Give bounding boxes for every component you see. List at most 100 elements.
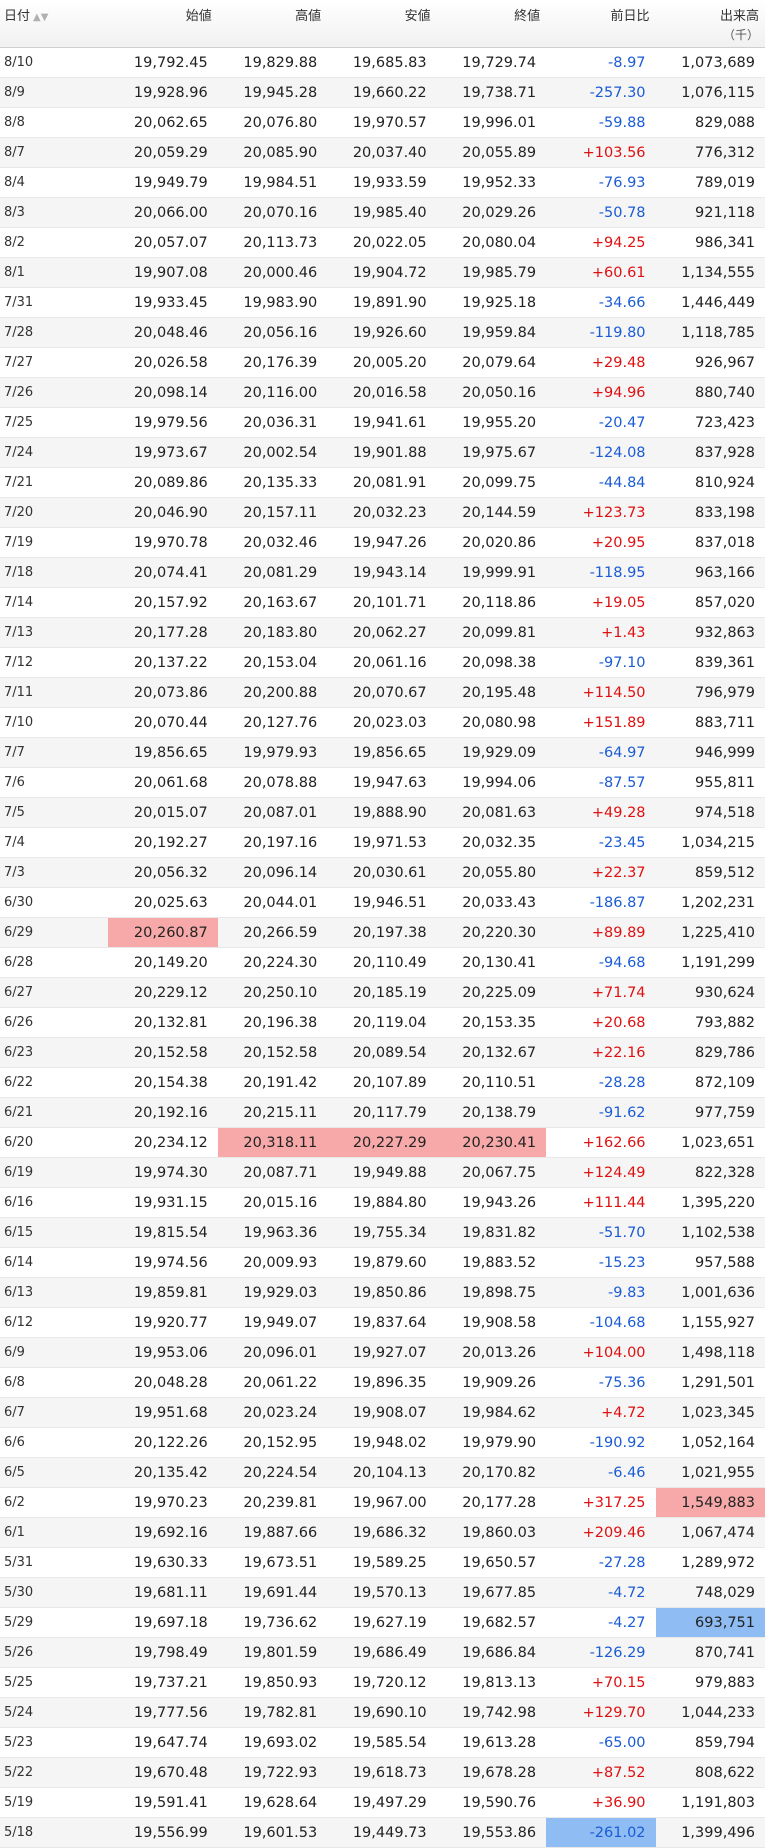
header-open[interactable]: 始値 — [108, 0, 218, 48]
cell-high: 20,200.88 — [217, 677, 328, 708]
cell-close: 20,170.82 — [436, 1457, 547, 1488]
cell-volume: 1,291,501 — [655, 1367, 765, 1398]
table-row: 7/3 20,056.32 20,096.14 20,030.61 20,055.80 +… — [0, 857, 765, 888]
cell-open: 19,974.56 — [108, 1247, 218, 1278]
table-row: 5/30 19,681.11 19,691.44 19,570.13 19,677.85… — [0, 1577, 765, 1608]
cell-close: 20,153.35 — [436, 1007, 547, 1038]
cell-volume: 857,020 — [655, 587, 765, 618]
cell-low: 19,985.40 — [327, 197, 437, 228]
cell-high: 19,691.44 — [217, 1577, 328, 1608]
cell-change: +317.25 — [546, 1487, 656, 1518]
table-row: 6/13 19,859.81 19,929.03 19,850.86 19,898.75… — [0, 1277, 765, 1308]
cell-volume: 974,518 — [655, 797, 765, 828]
cell-low: 20,032.23 — [327, 497, 437, 528]
cell-open: 20,154.38 — [108, 1067, 218, 1098]
cell-change: +89.89 — [546, 917, 656, 948]
header-date[interactable]: 日付 ▲▼ — [0, 0, 109, 48]
table-row: 7/7 19,856.65 19,979.93 19,856.65 19,929.09-… — [0, 737, 765, 768]
cell-volume: 921,118 — [655, 197, 765, 228]
cell-date: 5/18 — [0, 1817, 109, 1848]
cell-close: 19,955.20 — [436, 407, 547, 438]
cell-change: -118.95 — [546, 557, 656, 588]
cell-low: 19,879.60 — [327, 1247, 437, 1278]
cell-change: -27.28 — [546, 1547, 656, 1578]
cell-close: 19,678.28 — [436, 1757, 547, 1788]
cell-date: 6/13 — [0, 1277, 109, 1308]
cell-date: 7/13 — [0, 617, 109, 648]
table-row: 7/13 20,177.28 20,183.80 20,062.27 20,099.81… — [0, 617, 765, 648]
cell-date: 6/8 — [0, 1367, 109, 1398]
cell-open: 20,229.12 — [108, 977, 218, 1008]
cell-open: 19,792.45 — [108, 47, 218, 78]
table-row: 6/16 19,931.15 20,015.16 19,884.80 19,943.26… — [0, 1187, 765, 1218]
cell-change: +162.66 — [546, 1127, 656, 1158]
cell-close: 19,908.58 — [436, 1307, 547, 1338]
cell-close: 19,898.75 — [436, 1277, 547, 1308]
table-row: 6/29 20,260.87 20,266.59 20,197.38 20,220.30… — [0, 917, 765, 948]
cell-change: +36.90 — [546, 1787, 656, 1818]
cell-high: 19,887.66 — [217, 1517, 328, 1548]
cell-change: -87.57 — [546, 767, 656, 798]
cell-high: 20,224.30 — [217, 947, 328, 978]
cell-open: 20,098.14 — [108, 377, 218, 408]
cell-close: 19,742.98 — [436, 1697, 547, 1728]
cell-change: +209.46 — [546, 1517, 656, 1548]
header-change[interactable]: 前日比 — [546, 0, 656, 48]
cell-close: 20,081.63 — [436, 797, 547, 828]
table-row: 5/18 19,556.99 19,601.53 19,449.73 19,553.86… — [0, 1817, 765, 1848]
cell-low: 20,185.19 — [327, 977, 437, 1008]
cell-high: 20,085.90 — [217, 137, 328, 168]
cell-change: +20.95 — [546, 527, 656, 558]
cell-open: 20,157.92 — [108, 587, 218, 618]
cell-low: 19,589.25 — [327, 1547, 437, 1578]
cell-volume: 1,023,651 — [655, 1127, 765, 1158]
cell-high: 19,782.81 — [217, 1697, 328, 1728]
cell-low: 19,946.51 — [327, 887, 437, 918]
cell-high: 20,015.16 — [217, 1187, 328, 1218]
cell-low: 20,227.29 — [327, 1127, 437, 1158]
header-high[interactable]: 高値 — [217, 0, 328, 48]
cell-volume: 1,498,118 — [655, 1337, 765, 1368]
table-row: 7/12 20,137.22 20,153.04 20,061.16 20,098.38… — [0, 647, 765, 678]
sort-arrows-icon[interactable]: ▲▼ — [33, 12, 48, 23]
cell-change: +4.72 — [546, 1397, 656, 1428]
cell-open: 20,061.68 — [108, 767, 218, 798]
cell-volume: 796,979 — [655, 677, 765, 708]
cell-low: 19,904.72 — [327, 257, 437, 288]
cell-close: 19,553.86 — [436, 1817, 547, 1848]
cell-high: 19,979.93 — [217, 737, 328, 768]
cell-open: 20,260.87 — [108, 917, 218, 948]
cell-open: 20,046.90 — [108, 497, 218, 528]
cell-open: 20,122.26 — [108, 1427, 218, 1458]
cell-close: 20,177.28 — [436, 1487, 547, 1518]
cell-high: 20,076.80 — [217, 107, 328, 138]
cell-high: 19,850.93 — [217, 1667, 328, 1698]
cell-volume: 1,118,785 — [655, 317, 765, 348]
table-row: 5/22 19,670.48 19,722.93 19,618.73 19,678.28… — [0, 1757, 765, 1788]
table-row: 7/10 20,070.44 20,127.76 20,023.03 20,080.98… — [0, 707, 765, 738]
cell-volume: 1,076,115 — [655, 77, 765, 108]
header-low-label: 安値 — [404, 9, 431, 24]
cell-volume: 693,751 — [655, 1607, 765, 1638]
header-volume-label: 出来高 — [719, 9, 759, 24]
header-change-label: 前日比 — [610, 9, 650, 24]
header-close[interactable]: 終値 — [436, 0, 547, 48]
cell-high: 20,191.42 — [217, 1067, 328, 1098]
header-volume-unit: （千） — [722, 28, 759, 42]
cell-high: 20,176.39 — [217, 347, 328, 378]
cell-high: 20,196.38 — [217, 1007, 328, 1038]
cell-volume: 930,624 — [655, 977, 765, 1008]
cell-open: 19,953.06 — [108, 1337, 218, 1368]
cell-change: -257.30 — [546, 77, 656, 108]
cell-low: 19,947.26 — [327, 527, 437, 558]
cell-low: 19,570.13 — [327, 1577, 437, 1608]
cell-high: 20,081.29 — [217, 557, 328, 588]
cell-close: 20,220.30 — [436, 917, 547, 948]
header-volume[interactable]: 出来高 （千） — [655, 0, 765, 48]
cell-change: -91.62 — [546, 1097, 656, 1128]
cell-high: 19,945.28 — [217, 77, 328, 108]
cell-low: 19,685.83 — [327, 47, 437, 78]
cell-open: 20,132.81 — [108, 1007, 218, 1038]
header-low[interactable]: 安値 — [327, 0, 437, 48]
cell-low: 20,117.79 — [327, 1097, 437, 1128]
